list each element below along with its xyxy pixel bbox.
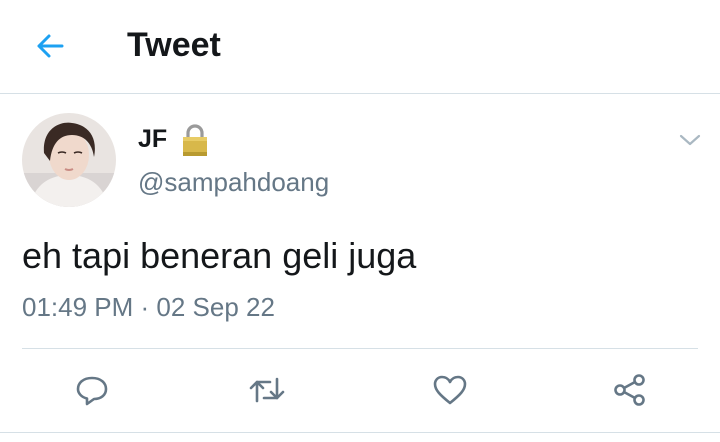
retweet-button[interactable]	[245, 370, 289, 410]
reply-button[interactable]	[70, 370, 114, 410]
share-icon	[612, 373, 648, 407]
page-title: Tweet	[127, 26, 221, 64]
back-button[interactable]	[28, 26, 72, 66]
lock-icon	[180, 122, 210, 158]
arrow-left-icon	[35, 33, 65, 59]
chevron-down-icon	[679, 133, 701, 147]
avatar[interactable]	[22, 113, 116, 207]
like-button[interactable]	[428, 370, 472, 410]
top-bar: Tweet	[0, 0, 720, 94]
tweet-timestamp[interactable]: 01:49 PM · 02 Sep 22	[22, 289, 275, 325]
retweet-icon	[248, 375, 286, 405]
divider	[22, 348, 698, 349]
share-button[interactable]	[608, 370, 652, 410]
tweet-menu-button[interactable]	[676, 128, 704, 152]
display-name[interactable]: JF	[138, 122, 167, 156]
heart-icon	[432, 374, 468, 406]
tweet-text: eh tapi beneran geli juga	[22, 235, 417, 276]
reply-icon	[75, 374, 109, 406]
user-handle[interactable]: @sampahdoang	[138, 164, 329, 200]
divider	[0, 432, 720, 433]
tweet-actions	[0, 360, 720, 420]
